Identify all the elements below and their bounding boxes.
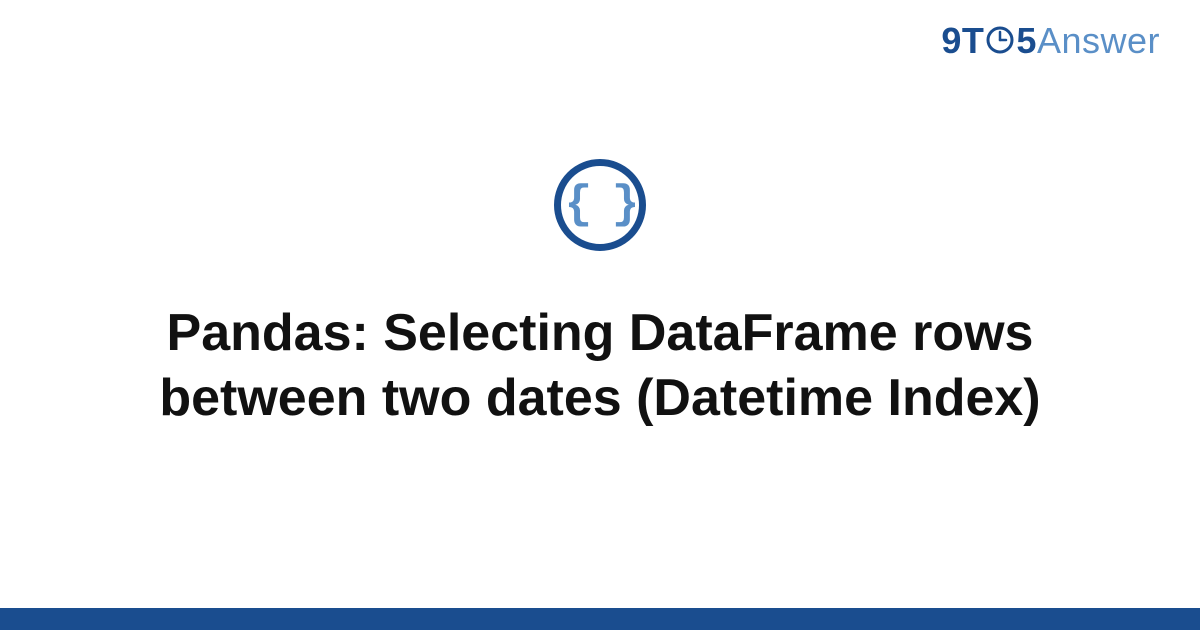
clock-icon (985, 22, 1015, 64)
footer-bar (0, 608, 1200, 630)
code-braces-icon: { } (554, 159, 646, 251)
page-title: Pandas: Selecting DataFrame rows between… (100, 301, 1100, 431)
main-content: { } Pandas: Selecting DataFrame rows bet… (0, 199, 1200, 431)
site-logo: 9T 5Answer (941, 20, 1160, 64)
logo-text-9t: 9T (941, 20, 984, 61)
logo-text-5: 5 (1016, 20, 1037, 61)
logo-text-answer: Answer (1037, 20, 1160, 61)
braces-glyph: { } (565, 182, 636, 228)
